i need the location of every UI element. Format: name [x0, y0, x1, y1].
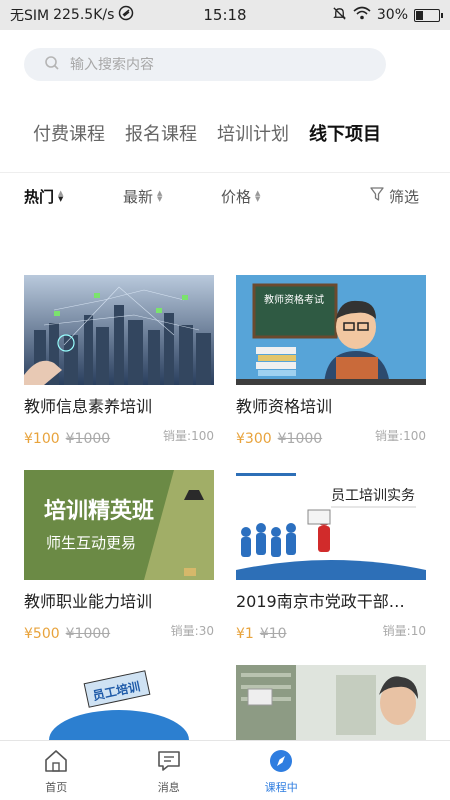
tabbar-courses-label: 课程中 — [264, 781, 298, 794]
course-sales: 销量:10 — [382, 624, 426, 638]
battery-percent: 30% — [376, 7, 408, 23]
tabbar-courses[interactable]: 课程中 — [225, 741, 338, 800]
sort-price-label: 价格 — [221, 187, 252, 206]
search-input[interactable] — [70, 56, 350, 73]
course-original-price: ¥1000 — [65, 626, 111, 642]
home-icon — [43, 749, 69, 776]
course-card[interactable]: 培训精英班 师生互动更易 教师职业能力培训 ¥500 ¥1000 销量:30 — [24, 470, 214, 646]
course-image-staff-training: 员工培训实务 — [236, 470, 426, 580]
course-image-staff-sign: 员工培训 — [24, 665, 214, 740]
course-price: ¥500 — [24, 626, 60, 642]
tabbar-home[interactable]: 首页 — [0, 741, 113, 800]
course-meta: ¥500 ¥1000 销量:30 — [24, 624, 214, 646]
data-icon — [118, 5, 134, 25]
course-title: 教师信息素养培训 — [24, 397, 153, 416]
sort-newest-label: 最新 — [123, 187, 154, 206]
course-card[interactable]: 员工培训实务 2019南京市党政干部… ¥1 ¥10 销量:10 — [236, 470, 426, 646]
course-image-city-network — [24, 275, 214, 385]
course-price: ¥300 — [236, 431, 272, 447]
sort-hot[interactable]: 热门 ▲ ▼ — [24, 186, 63, 207]
status-bar: 无SIM 225.5K/s 15:18 30% — [0, 0, 450, 30]
filter-button[interactable]: 筛选 — [369, 186, 419, 207]
course-original-price: ¥10 — [259, 626, 287, 642]
bottom-tab-bar: 首页 消息 课程中 — [0, 740, 450, 800]
course-image-library — [236, 665, 426, 740]
course-image-elite-class: 培训精英班 师生互动更易 — [24, 470, 214, 580]
course-meta: ¥100 ¥1000 销量:100 — [24, 429, 214, 451]
course-image-subtext: 师生互动更易 — [46, 534, 136, 552]
wifi-icon — [353, 6, 371, 24]
course-sales: 销量:30 — [170, 624, 214, 638]
sort-arrows-icon: ▲ ▼ — [157, 189, 163, 203]
sort-hot-label: 热门 — [24, 187, 55, 206]
course-sales: 销量:100 — [163, 429, 214, 443]
course-meta: ¥1 ¥10 销量:10 — [236, 624, 426, 646]
sort-arrows-icon: ▲ ▼ — [58, 189, 64, 203]
compass-icon — [268, 749, 294, 776]
tabbar-messages-label: 消息 — [157, 781, 180, 794]
course-card[interactable]: 教师资格考试 教师资格培训 ¥300 ¥1000 销量:100 — [236, 275, 426, 451]
sort-price[interactable]: 价格 ▲ ▼ — [221, 186, 260, 207]
course-card[interactable] — [236, 665, 426, 740]
sim-status: 无SIM — [10, 8, 50, 24]
course-image-text: 教师资格考试 — [264, 293, 324, 306]
tabbar-messages[interactable]: 消息 — [113, 741, 226, 800]
tab-paid-courses[interactable]: 付费课程 — [33, 120, 105, 146]
course-image-text: 员工培训实务 — [331, 488, 415, 504]
course-original-price: ¥1000 — [65, 431, 111, 447]
category-tabs: 付费课程 报名课程 培训计划 线下项目 — [0, 108, 450, 158]
course-card[interactable]: 员工培训 — [24, 665, 214, 740]
course-title: 2019南京市党政干部… — [236, 592, 405, 611]
course-price: ¥100 — [24, 431, 60, 447]
course-price: ¥1 — [236, 626, 254, 642]
network-speed: 225.5K/s — [53, 7, 115, 23]
clock: 15:18 — [203, 6, 247, 24]
tab-training-plan[interactable]: 培训计划 — [217, 120, 289, 146]
sort-filter-bar: 热门 ▲ ▼ 最新 ▲ ▼ 价格 ▲ ▼ 筛选 — [0, 180, 450, 212]
course-original-price: ¥1000 — [277, 431, 323, 447]
search-icon — [44, 55, 60, 75]
sort-arrows-icon: ▲ ▼ — [255, 189, 261, 203]
search-bar[interactable] — [24, 48, 386, 81]
course-title: 教师职业能力培训 — [24, 592, 153, 611]
sort-newest[interactable]: 最新 ▲ ▼ — [123, 186, 162, 207]
course-card[interactable]: 教师信息素养培训 ¥100 ¥1000 销量:100 — [24, 275, 214, 451]
course-image-text: 培训精英班 — [44, 498, 154, 524]
funnel-icon — [369, 186, 385, 206]
tab-offline-projects[interactable]: 线下项目 — [309, 120, 381, 146]
filter-label: 筛选 — [389, 187, 420, 206]
tab-enrolled-courses[interactable]: 报名课程 — [125, 120, 197, 146]
course-meta: ¥300 ¥1000 销量:100 — [236, 429, 426, 451]
tabbar-home-label: 首页 — [45, 781, 68, 794]
message-icon — [156, 749, 182, 776]
battery-icon — [414, 8, 443, 22]
course-title: 教师资格培训 — [236, 397, 333, 416]
course-sales: 销量:100 — [375, 429, 426, 443]
mute-icon — [332, 6, 347, 25]
divider — [0, 172, 450, 173]
course-image-teacher-exam: 教师资格考试 — [236, 275, 426, 385]
tabbar-item-obscured[interactable] — [338, 741, 450, 800]
